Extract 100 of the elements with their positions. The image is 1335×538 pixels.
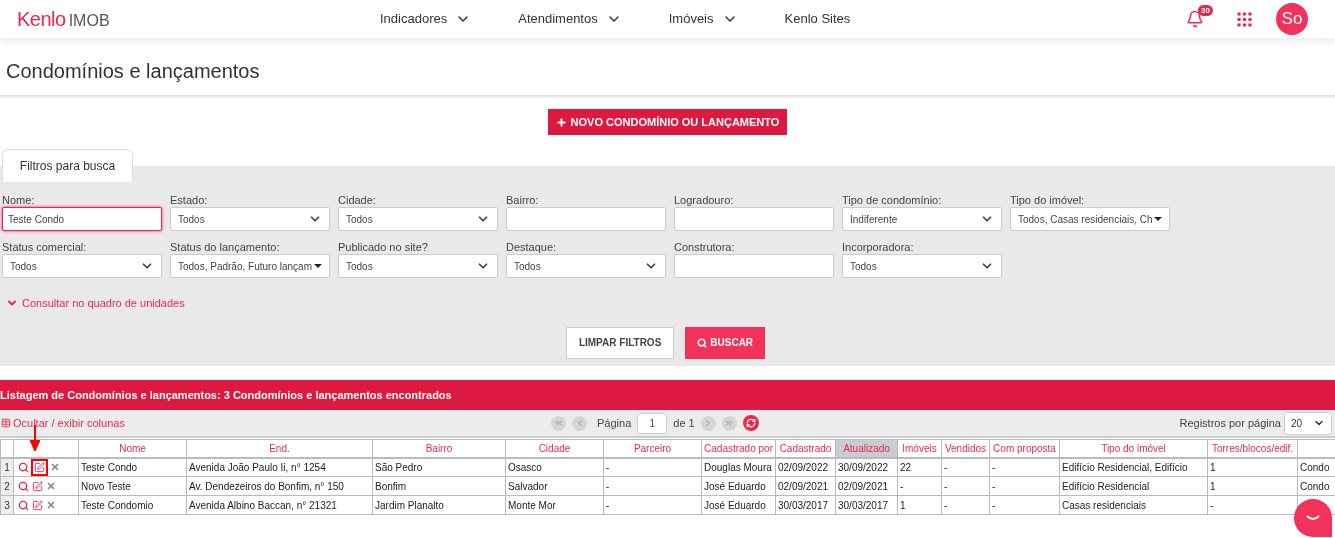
table-cell: - (941, 495, 990, 515)
edit-button[interactable] (31, 458, 48, 476)
table-cell: Monte Mor (505, 495, 604, 515)
view-icon[interactable] (18, 499, 29, 511)
table-cell: - (989, 495, 1060, 515)
field-label: Tipo de condomínio: (842, 193, 943, 207)
field-label: Tipo do imóvel: (1010, 193, 1086, 207)
page-count: de 1 (673, 415, 695, 431)
field-label: Nome: (2, 193, 36, 207)
table-cell: 30/03/2017 (775, 495, 836, 515)
column-header[interactable]: Cadastrado por (701, 439, 776, 458)
field-label: Status comercial: (2, 240, 88, 254)
columns-toggle-link[interactable]: Ocultar / exibir colunas (1, 414, 125, 432)
table-cell: - (897, 476, 942, 496)
nav-link[interactable]: Kenlo Sites (784, 9, 851, 29)
select-field[interactable]: Indiferente (842, 207, 1002, 231)
select-field[interactable]: Todos, Padrão, Futuro lançam (170, 254, 330, 278)
per-page-label: Registros por página (1179, 415, 1281, 431)
edit-button[interactable] (31, 498, 44, 512)
table-cell: - (941, 476, 990, 496)
delete-icon[interactable] (50, 462, 60, 473)
column-header[interactable]: Cidade (505, 439, 604, 458)
field-label: Estado: (170, 193, 209, 207)
table-cell: 1 (897, 495, 942, 515)
caret-icon (314, 264, 322, 268)
edit-icon (32, 480, 43, 492)
table-cell: 30/09/2022 (835, 457, 898, 477)
table-cell: - (603, 495, 702, 515)
column-header[interactable]: Torres/blocos/edif. (1207, 439, 1298, 458)
table-cell: Salvador (505, 476, 604, 496)
nav-link[interactable]: Atendimentos (518, 9, 622, 29)
table-cell: 30/03/2017 (835, 495, 898, 515)
table-cell: Jardim Planalto (372, 495, 506, 515)
column-header[interactable]: Tipo do imóvel (1059, 439, 1208, 458)
view-icon[interactable] (18, 461, 29, 473)
edit-icon (34, 461, 45, 473)
select-field[interactable]: Todos (170, 207, 330, 231)
view-icon[interactable] (18, 480, 29, 492)
units-link[interactable]: Consultar no quadro de unidades (6, 295, 185, 312)
row-number: 2 (0, 476, 14, 496)
refresh-button[interactable] (742, 415, 759, 431)
delete-icon[interactable] (46, 481, 56, 491)
new-condominium-button[interactable]: NOVO CONDOMÍNIO OU LANÇAMENTO (547, 109, 788, 135)
table-cell: Novo Teste (78, 476, 187, 496)
notification-count: 30 (1198, 5, 1213, 16)
previous-page-button[interactable] (572, 415, 587, 431)
table-cell: Edifício Residencial (1059, 476, 1208, 496)
table-icon (1, 418, 11, 428)
nav-link[interactable]: Indicadores (380, 9, 472, 29)
per-page-select[interactable]: 20 (1284, 411, 1332, 435)
field-label: Destaque: (506, 240, 558, 254)
field-label: Publicado no site? (338, 240, 429, 254)
select-field[interactable]: Todos (506, 254, 666, 278)
search-button[interactable]: BUSCAR (685, 326, 766, 359)
table-cell: - (941, 457, 990, 477)
column-header[interactable]: Parceiro (603, 439, 702, 458)
select-field[interactable]: Todos (338, 207, 498, 231)
table-cell: - (989, 457, 1060, 477)
table-cell: Av. Dendezeiros do Bonfim, n° 150 (186, 476, 373, 496)
table-cell: Teste Condo (78, 457, 187, 477)
listing-title: Listagem de Condomínios e lançamentos: 3 Condomínios e lançamentos encontrados (0, 387, 452, 403)
brand-logo[interactable]: Kenlo IMOB (17, 4, 347, 34)
user-avatar[interactable]: So (1276, 3, 1308, 35)
page-field[interactable]: 1 (637, 412, 668, 434)
column-header[interactable]: Cadastrado (775, 439, 836, 458)
field-label: Incorporadora: (842, 240, 915, 254)
nav-link[interactable]: Imóveis (668, 9, 738, 29)
select-field[interactable]: Todos, Casas residenciais, Ch (1010, 207, 1170, 231)
page-label: Página (597, 415, 632, 431)
chat-button[interactable] (1294, 499, 1332, 537)
apps-grid-icon[interactable] (1237, 11, 1252, 27)
edit-button[interactable] (31, 479, 44, 493)
column-header[interactable]: Nome (78, 439, 187, 458)
select-field[interactable]: Todos (842, 254, 1002, 278)
field-label: Construtora: (674, 240, 736, 254)
delete-icon[interactable] (46, 500, 56, 510)
table-cell: 02/09/2021 (775, 476, 836, 496)
select-field[interactable]: Todos (338, 254, 498, 278)
plus-icon (555, 116, 567, 128)
table-cell: José Eduardo (701, 476, 776, 496)
clear-filters-button[interactable]: LIMPAR FILTROS (565, 326, 675, 359)
field-label: Status do lançamento: (170, 240, 281, 254)
text-field[interactable] (506, 207, 666, 231)
column-header[interactable]: End. (186, 439, 373, 458)
table-cell: - (989, 476, 1060, 496)
smile-icon (1305, 514, 1321, 522)
column-header[interactable]: Vendidos (941, 439, 990, 458)
text-field[interactable]: Teste Condo (2, 207, 162, 231)
column-header[interactable]: Imóveis (897, 439, 942, 458)
table-cell: Osasco (505, 457, 604, 477)
double-chevron-right-icon (724, 418, 735, 428)
table-cell: Casas residenciais (1059, 495, 1208, 515)
select-field[interactable]: Todos (2, 254, 162, 278)
table-cell: 1 (1207, 476, 1298, 496)
table-cell: 02/09/2021 (835, 476, 898, 496)
text-field[interactable] (674, 207, 834, 231)
text-field[interactable] (674, 254, 834, 278)
column-header[interactable]: Com proposta (989, 439, 1060, 458)
table-cell: Edifício Residencial, Edifício (1059, 457, 1208, 477)
column-header[interactable]: Bairro (372, 439, 506, 458)
